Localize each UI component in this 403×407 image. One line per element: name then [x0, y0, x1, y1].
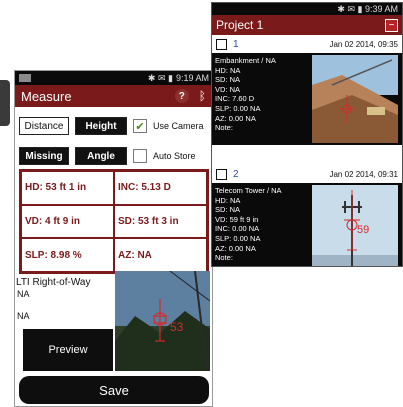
status-bar: ✱ ✉ ▮ 9:19 AM [15, 71, 212, 85]
na-field-2: NA [17, 311, 30, 321]
auto-store-checkbox[interactable] [133, 149, 147, 163]
distance-button[interactable]: Distance [19, 117, 69, 135]
hd-reading: HD: 53 ft 1 in [21, 171, 114, 205]
measure-screen: ✱ ✉ ▮ 9:19 AM Measure ? ᛒ Distance Heigh… [14, 70, 213, 407]
entry-line: INC: 7.60 D [215, 94, 255, 104]
sd-reading: SD: 53 ft 3 in [114, 204, 207, 239]
entry-line: Note: [215, 123, 233, 133]
entry-line: AZ: 0.00 NA [215, 243, 256, 253]
entry-number: 2 [233, 168, 239, 180]
minus-icon[interactable]: − [385, 18, 398, 32]
list-item[interactable]: 1 Jan 02 2014, 09:35 Embankment / NA HD:… [212, 35, 402, 145]
slp-reading: SLP: 8.98 % [21, 238, 114, 272]
entry-line: SLP: 0.00 NA [215, 103, 261, 113]
type-row: Missing Angle Auto Store [15, 147, 212, 165]
device-edge [0, 80, 10, 126]
entry-photo[interactable] [312, 55, 398, 143]
entry-body: Embankment / NA HD: NA SD: NA VD: NA INC… [212, 53, 402, 145]
entry-line: AZ: 0.00 NA [215, 113, 256, 123]
entry-date: Jan 02 2014, 09:35 [329, 39, 398, 49]
status-time: 9:19 AM [175, 73, 209, 83]
save-button[interactable]: Save [19, 376, 209, 404]
list-item[interactable]: 2 Jan 02 2014, 09:31 Telecom Tower / NA … [212, 165, 402, 266]
entry-body: Telecom Tower / NA HD: NA SD: NA VD: 59 … [212, 183, 402, 266]
entry-line: SD: NA [215, 205, 241, 215]
project-label: LTI Right-of-Way [16, 277, 91, 288]
angle-button[interactable]: Angle [75, 147, 127, 165]
status-time-right: 9:39 AM [364, 4, 398, 14]
entry-header: 1 Jan 02 2014, 09:35 [212, 35, 402, 53]
use-camera-checkbox[interactable]: ✔ [133, 119, 147, 133]
entry-line: SD: NA [215, 75, 241, 85]
status-icons-right: ✱ ✉ ▮ [337, 3, 365, 14]
az-reading: AZ: NA [114, 238, 207, 272]
photo-scene: 53 [115, 271, 210, 371]
entry-checkbox[interactable] [216, 168, 227, 180]
missing-button[interactable]: Missing [19, 147, 69, 165]
embankment-photo [312, 55, 398, 143]
entry-checkbox[interactable] [216, 38, 227, 50]
project-title: Project 1 [216, 18, 264, 32]
entry-line: Note: [215, 253, 233, 263]
height-button[interactable]: Height [75, 117, 127, 135]
entry-date: Jan 02 2014, 09:31 [329, 169, 398, 179]
entry-line: HD: NA [215, 65, 241, 75]
mode-row: Distance Height ✔ Use Camera [15, 117, 212, 135]
bluetooth-icon[interactable]: ᛒ [199, 89, 206, 103]
entry-header: 2 Jan 02 2014, 09:31 [212, 165, 402, 183]
entry-info: Telecom Tower / NA HD: NA SD: NA VD: 59 … [215, 186, 282, 263]
entry-number: 1 [233, 38, 239, 50]
entry-photo[interactable]: 59 [312, 185, 398, 266]
status-bar-right: ✱ ✉ ▮ 9:39 AM [212, 3, 402, 15]
photo-number: 53 [170, 320, 184, 334]
entry-line: INC: 0.00 NA [215, 224, 260, 234]
use-camera-label: Use Camera [153, 121, 204, 131]
vd-reading: VD: 4 ft 9 in [21, 204, 114, 239]
na-field-1: NA [17, 289, 30, 299]
status-icons: ✱ ✉ ▮ [147, 72, 173, 83]
entry-line: Telecom Tower / NA [215, 186, 282, 195]
notification-icon [19, 74, 31, 82]
auto-store-label: Auto Store [153, 151, 196, 161]
readings-grid: HD: 53 ft 1 in INC: 5.13 D VD: 4 ft 9 in… [19, 169, 209, 274]
camera-photo: 53 [115, 271, 210, 371]
entry-info: Embankment / NA HD: NA SD: NA VD: NA INC… [215, 56, 276, 133]
preview-button[interactable]: Preview [23, 329, 113, 371]
screen-title: Measure [21, 88, 72, 104]
entry-line: HD: NA [215, 195, 241, 205]
project-screen: ✱ ✉ ▮ 9:39 AM Project 1 − 1 Jan 02 2014,… [211, 2, 403, 267]
entry-line: Embankment / NA [215, 56, 276, 65]
title-bar: Measure ? ᛒ [15, 85, 212, 107]
photo-number: 59 [357, 224, 369, 236]
question-icon[interactable]: ? [174, 89, 189, 103]
inc-reading: INC: 5.13 D [114, 171, 207, 205]
entry-line: VD: NA [215, 84, 241, 94]
project-title-bar: Project 1 − [212, 15, 402, 35]
tower-photo: 59 [312, 185, 398, 266]
entry-line: SLP: 0.00 NA [215, 233, 261, 243]
entry-line: VD: 59 ft 9 in [215, 214, 259, 224]
